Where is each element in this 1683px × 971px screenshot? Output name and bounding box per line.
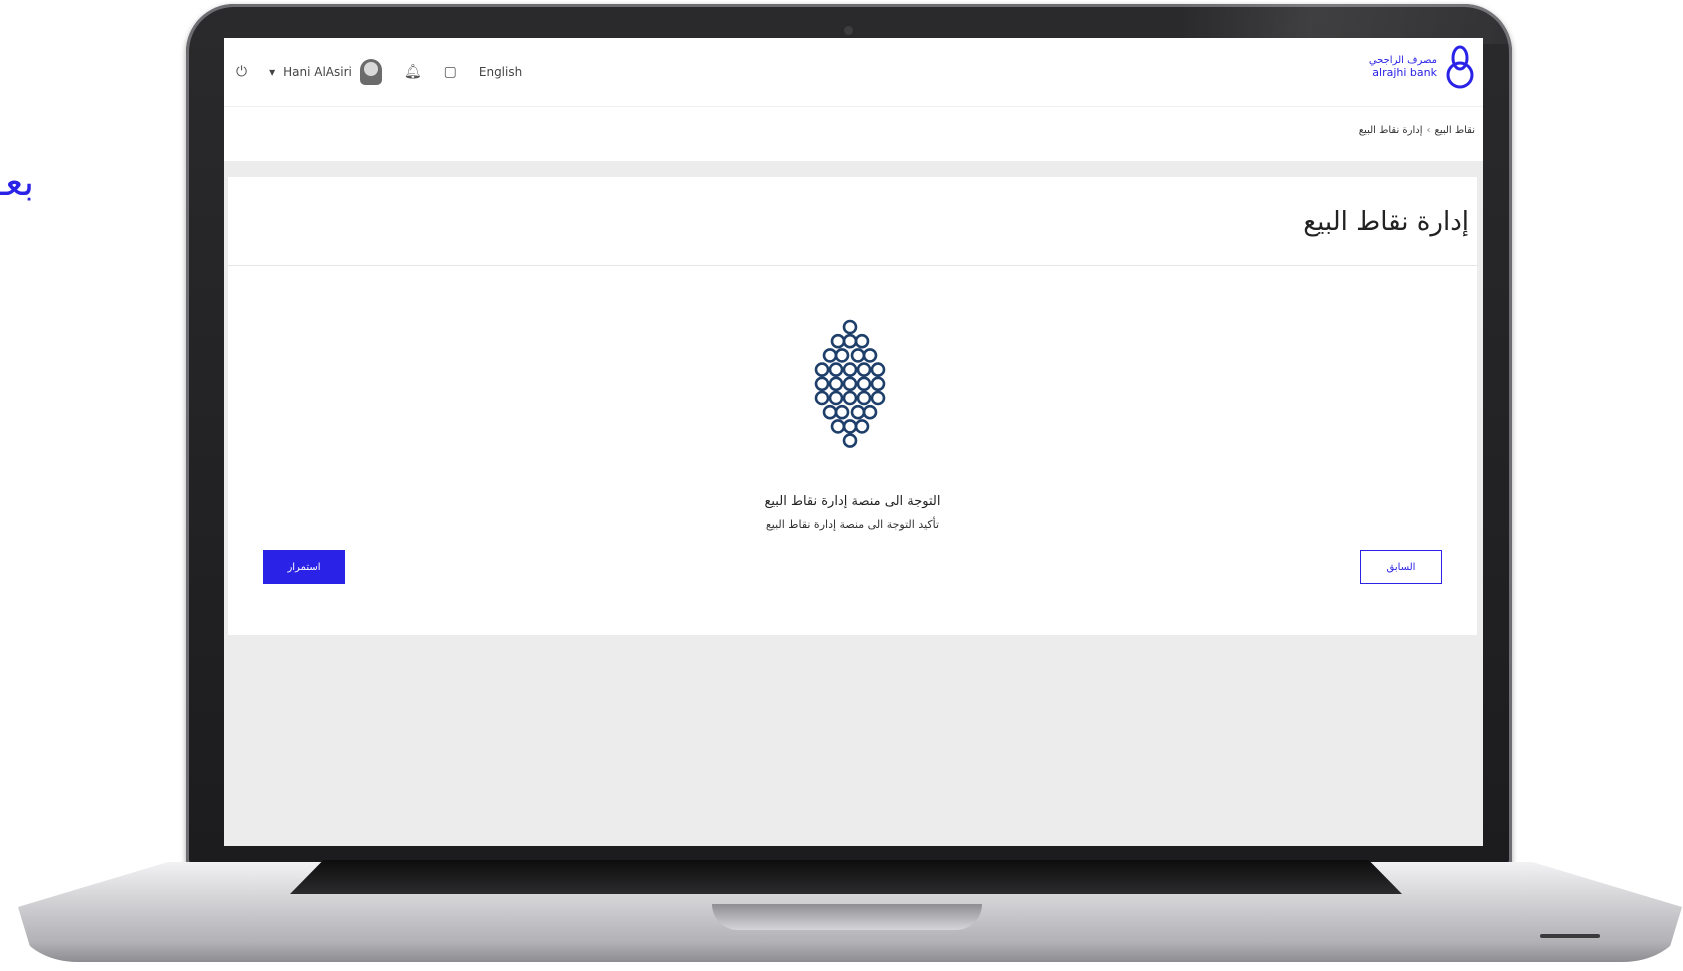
content-card: إدارة نقاط البيع التوجة الى منصة إدارة ن…: [228, 177, 1477, 635]
top-bar: ⏻ ▾ Hani AlAsiri 🔔︎ ▢ English مصرف الراج…: [224, 38, 1483, 107]
user-toolbar: ⏻ ▾ Hani AlAsiri 🔔︎ ▢ English: [236, 56, 522, 88]
card-header: إدارة نقاط البيع: [228, 177, 1477, 266]
breadcrumb-separator-icon: ›: [1426, 125, 1431, 136]
continue-button[interactable]: استمرار: [263, 550, 345, 584]
page-title: إدارة نقاط البيع: [1303, 207, 1469, 237]
alrajhi-logo-icon: [1445, 44, 1475, 90]
language-switch-link[interactable]: English: [479, 65, 522, 79]
breadcrumb-parent-link[interactable]: نقاط البيع: [1435, 125, 1476, 136]
breadcrumb: نقاط البيع › إدارة نقاط البيع: [1359, 125, 1475, 136]
laptop-side-vent: [1540, 934, 1600, 938]
message-subtitle: تأكيد التوجة الى منصة إدارة نقاط البيع: [765, 518, 940, 531]
logo-english: alrajhi bank: [1372, 66, 1437, 79]
webcam: [844, 26, 853, 35]
bank-logo[interactable]: مصرف الراجحي alrajhi bank: [1369, 44, 1475, 90]
avatar-icon: [359, 59, 382, 85]
user-name: Hani AlAsiri: [283, 65, 352, 79]
power-icon[interactable]: ⏻: [236, 64, 247, 80]
laptop-keyboard-edge: [290, 860, 1402, 894]
calendar-icon[interactable]: ▢: [444, 64, 457, 80]
user-menu[interactable]: ▾ Hani AlAsiri: [269, 59, 382, 85]
back-button[interactable]: السابق: [1360, 550, 1442, 584]
breadcrumb-current: إدارة نقاط البيع: [1358, 125, 1423, 136]
user-menu-caret: ▾: [269, 65, 276, 79]
message-title: التوجة الى منصة إدارة نقاط البيع: [764, 494, 941, 509]
bell-icon[interactable]: 🔔︎: [404, 64, 422, 80]
laptop-thumb-notch: [712, 904, 982, 930]
screen: ⏻ ▾ Hani AlAsiri 🔔︎ ▢ English مصرف الراج…: [224, 38, 1483, 846]
logo-wordmark: مصرف الراجحي alrajhi bank: [1369, 55, 1437, 79]
pos-network-icon: [808, 317, 892, 455]
breadcrumb-bar: نقاط البيع › إدارة نقاط البيع: [224, 107, 1483, 161]
side-heading-fragment: بعـ: [0, 160, 35, 204]
